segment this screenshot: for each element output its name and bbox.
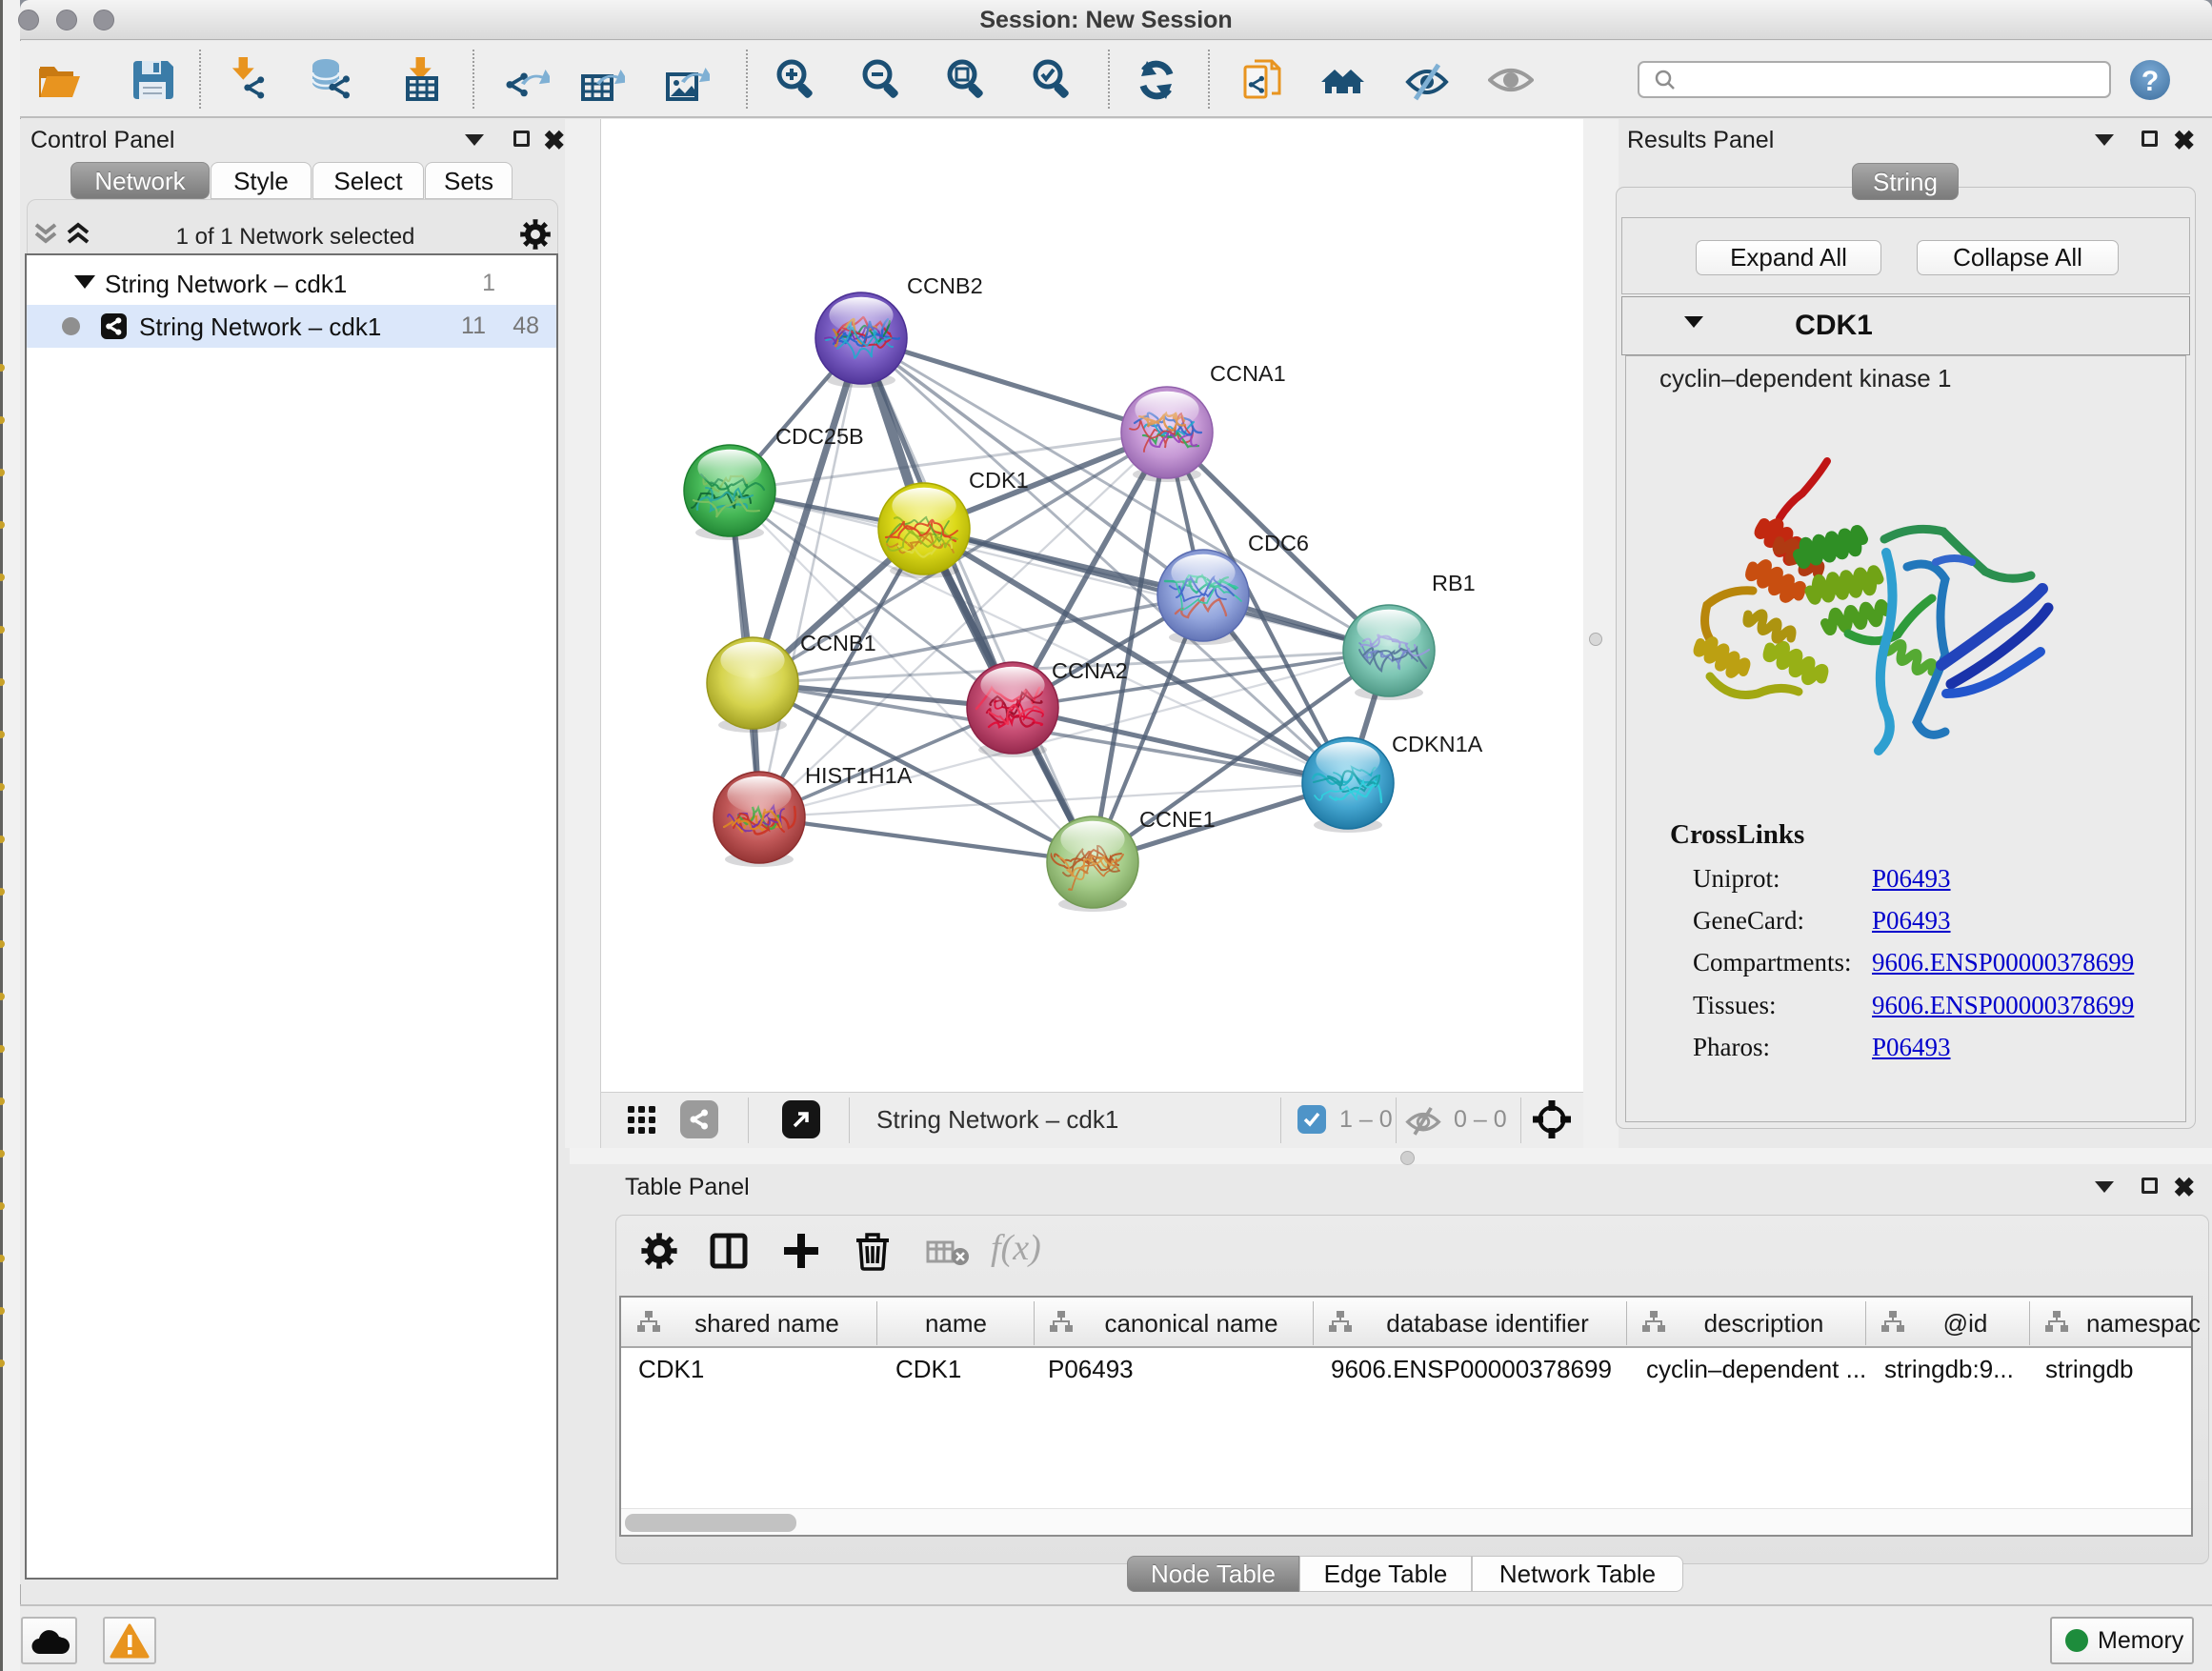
svg-text:HIST1H1A: HIST1H1A	[805, 763, 913, 788]
svg-text:CDK1: CDK1	[969, 468, 1029, 493]
svg-text:CCNB2: CCNB2	[907, 273, 983, 298]
svg-text:CCNB1: CCNB1	[800, 631, 876, 655]
svg-text:CDC25B: CDC25B	[775, 424, 864, 449]
svg-text:CCNA1: CCNA1	[1210, 361, 1286, 386]
svg-text:CDKN1A: CDKN1A	[1392, 732, 1483, 756]
svg-text:CDC6: CDC6	[1248, 531, 1309, 555]
svg-text:RB1: RB1	[1432, 571, 1476, 595]
svg-text:CCNA2: CCNA2	[1052, 658, 1128, 683]
svg-text:?: ?	[2142, 66, 2159, 97]
svg-text:CCNE1: CCNE1	[1139, 807, 1216, 832]
